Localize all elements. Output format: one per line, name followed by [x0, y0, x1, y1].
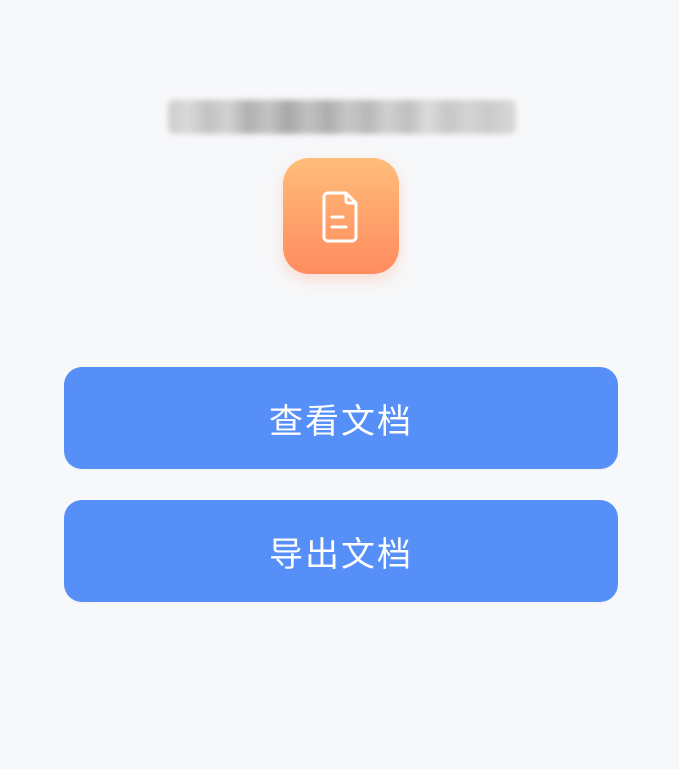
blurred-title: [168, 100, 516, 134]
view-document-button[interactable]: 查看文档: [64, 367, 618, 469]
page: 查看文档 导出文档: [0, 0, 679, 769]
document-icon: [283, 158, 399, 274]
export-document-button[interactable]: 导出文档: [64, 500, 618, 602]
view-document-label: 查看文档: [269, 401, 413, 442]
export-document-label: 导出文档: [269, 534, 413, 575]
document-icon-glyph: [322, 191, 358, 243]
